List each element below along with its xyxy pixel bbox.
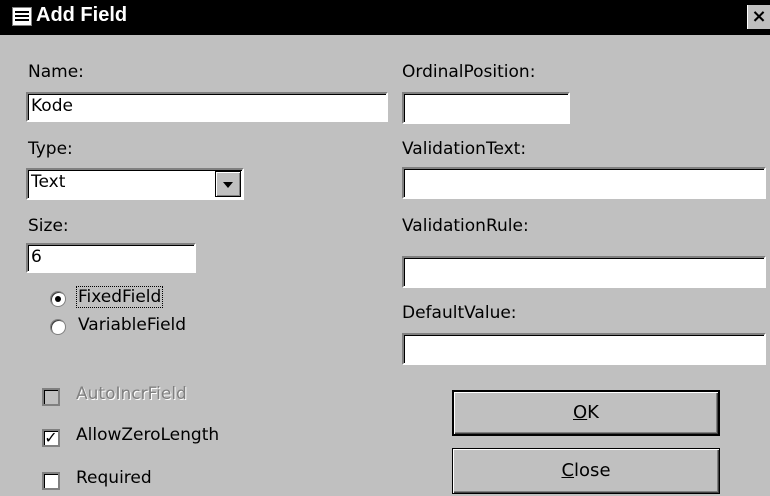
type-label: Type: xyxy=(28,139,73,159)
validation-text-label: ValidationText: xyxy=(402,139,527,159)
radio-variable-label[interactable]: VariableField xyxy=(78,315,186,335)
autoincr-checkbox xyxy=(42,388,60,406)
name-field[interactable]: Kode xyxy=(26,92,388,122)
radio-fixed-label[interactable]: FixedField xyxy=(76,286,164,308)
radio-variable-field[interactable] xyxy=(50,319,66,335)
name-label: Name: xyxy=(28,62,84,82)
title-bar: Add Field × xyxy=(0,0,770,35)
type-select[interactable]: Text xyxy=(26,168,244,200)
required-label[interactable]: Required xyxy=(76,468,152,488)
ok-button[interactable]: OK xyxy=(452,390,720,436)
default-value-label: DefaultValue: xyxy=(402,303,517,323)
radio-fixed-field[interactable] xyxy=(50,291,66,307)
size-field[interactable]: 6 xyxy=(26,243,196,273)
validation-rule-field[interactable] xyxy=(402,256,766,288)
type-select-value: Text xyxy=(31,172,66,192)
autoincr-label: AutoIncrField xyxy=(76,384,187,404)
ordinal-position-label: OrdinalPosition: xyxy=(402,62,536,82)
allowzerolength-checkbox[interactable]: ✓ xyxy=(42,429,60,447)
close-button[interactable]: Close xyxy=(452,448,720,494)
ordinal-position-field[interactable] xyxy=(402,92,570,124)
default-value-field[interactable] xyxy=(402,333,766,365)
window-title: Add Field xyxy=(36,4,128,26)
close-icon[interactable]: × xyxy=(747,5,770,29)
chevron-down-icon[interactable] xyxy=(215,171,241,197)
validation-text-field[interactable] xyxy=(402,167,766,199)
allowzerolength-label[interactable]: AllowZeroLength xyxy=(76,425,219,445)
required-checkbox[interactable] xyxy=(42,472,60,490)
size-label: Size: xyxy=(28,216,69,236)
validation-rule-label: ValidationRule: xyxy=(402,216,529,236)
database-icon xyxy=(12,7,32,26)
